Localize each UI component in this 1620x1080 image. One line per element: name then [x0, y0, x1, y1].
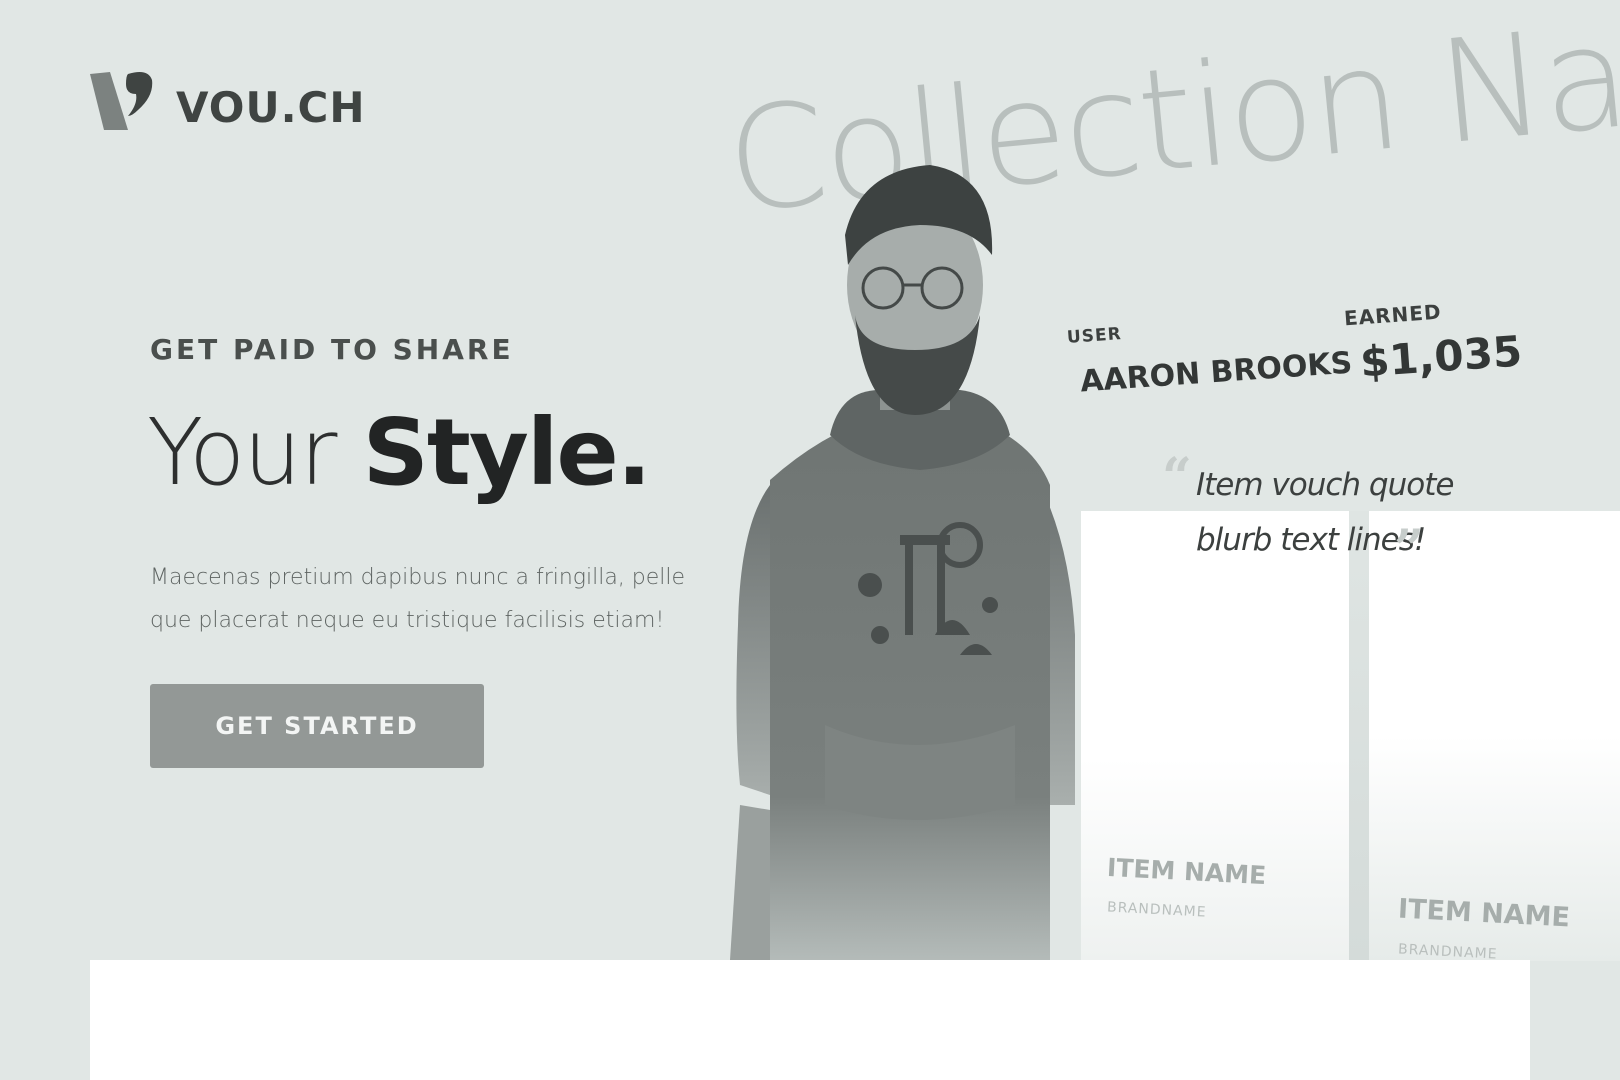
hero-headline: Your Style.	[147, 398, 652, 508]
vouch-logo-icon	[90, 72, 153, 130]
user-label: USER	[1066, 324, 1123, 348]
content-panel	[90, 960, 1530, 1080]
headline-light: Your	[147, 399, 363, 506]
user-name: AARON BROOKS	[1079, 345, 1354, 400]
hero-body: Maecenas pretium dapibus nunc a fringill…	[150, 565, 686, 633]
open-quote-icon: “	[1162, 447, 1192, 508]
card-divider	[1349, 511, 1369, 961]
person-photo	[730, 165, 1075, 960]
item-card[interactable]	[1081, 511, 1349, 961]
headline-bold: Style.	[362, 399, 652, 506]
landing-page: VOU.CH GET PAID TO SHARE Your Style. Mae…	[0, 0, 1620, 1080]
close-quote-icon: ”	[1394, 519, 1424, 580]
brand-logo[interactable]: VOU.CH	[88, 70, 366, 132]
brand-name: VOU.CH	[176, 82, 366, 132]
earned-label: EARNED	[1343, 299, 1443, 331]
get-started-button[interactable]: GET STARTED	[150, 684, 484, 768]
earned-value: $1,035	[1358, 326, 1524, 387]
hero-eyebrow: GET PAID TO SHARE	[150, 333, 514, 366]
